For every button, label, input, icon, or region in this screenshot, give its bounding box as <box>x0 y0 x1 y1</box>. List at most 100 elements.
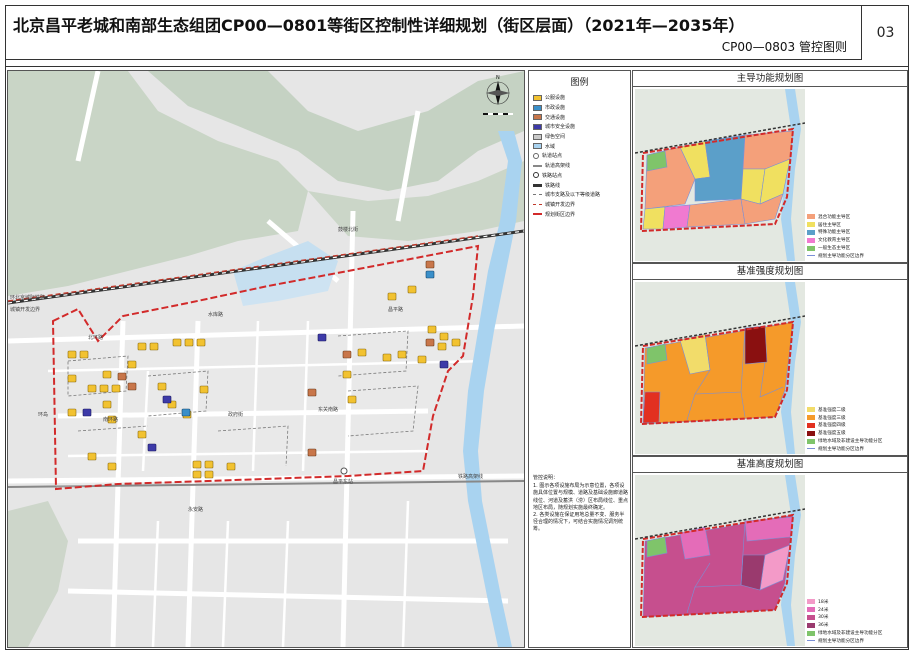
legend-swatch <box>807 245 815 251</box>
legend-item: 轨道站点 <box>533 151 629 161</box>
legend-item: 交通设施 <box>533 112 629 122</box>
station-label: 昌平东站 <box>333 478 353 485</box>
legend-line <box>807 640 815 642</box>
rail-label: 环北京城际铁路 <box>10 294 45 301</box>
main-map[interactable]: N 北环路 政府街 昌平路 水库路 鼓楼北街 东关南路 环岛 南环路 永安路 环… <box>7 70 525 648</box>
panel-legend-item: 特殊功能主导区 <box>807 229 907 237</box>
panel-legend-item: 24米 <box>807 606 907 614</box>
legend-swatch <box>807 599 815 605</box>
divider <box>5 66 909 67</box>
panel-legend-item: 文化教育主导区 <box>807 236 907 244</box>
legend-label: 轨道站点 <box>542 153 563 160</box>
rail-station-icon <box>533 152 539 159</box>
legend-swatch <box>807 214 815 220</box>
legend-item: 铁路站点 <box>533 171 629 181</box>
function-map-canvas <box>635 89 805 261</box>
page-title: 北京昌平老城和南部生态组团CP00—0801等街区控制性详细规划（街区层面）（2… <box>13 16 745 35</box>
panel-legend-item: 居住主导区 <box>807 221 907 229</box>
legend-line <box>807 448 815 450</box>
legend-item: 铁路线 <box>533 180 629 190</box>
legend-swatch <box>807 237 815 243</box>
legend-line <box>807 255 815 257</box>
legend-label: 公服设施 <box>545 95 566 102</box>
panel-legend-item: 基准强度四级 <box>807 422 907 430</box>
legend-label: 绿色空间 <box>545 134 566 141</box>
panel-legend-item: 基准强度五级 <box>807 429 907 437</box>
legend-label: 城市安全设施 <box>545 124 576 131</box>
elevated-rail-line-icon <box>533 164 542 167</box>
road-label: 北环路 <box>88 334 103 341</box>
municipal-facility-swatch <box>533 104 542 111</box>
panel-intensity-map[interactable]: 基准强度规划图 基准强度二级 基准强度三级 基准强度四级 基准强度五级 绿地水域… <box>632 263 908 456</box>
water-swatch <box>533 143 542 150</box>
panel-legend-item: 规划主导功能分区边界 <box>807 252 907 260</box>
panel-legend-item: 一般生态主导区 <box>807 244 907 252</box>
legend-label: 城镇开发边界 <box>545 201 576 208</box>
safety-facility-swatch <box>533 123 542 130</box>
minor-road-line-icon <box>533 194 542 196</box>
main-map-canvas: N 北环路 政府街 昌平路 水库路 鼓楼北街 东关南路 环岛 南环路 永安路 环… <box>8 71 524 647</box>
panel-legend: 基准强度二级 基准强度三级 基准强度四级 基准强度五级 绿地水域及非建设主导功能… <box>807 406 907 453</box>
panel-legend-item: 18米 <box>807 598 907 606</box>
legend-label: 水域 <box>545 143 556 150</box>
page-subtitle: CP00—0803 管控图则 <box>721 40 847 54</box>
panel-title: 基准强度规划图 <box>633 264 907 280</box>
road-label: 昌平路 <box>388 306 403 313</box>
panel-legend-item: 基准强度三级 <box>807 414 907 422</box>
notes-heading: 管控说明： <box>533 475 559 481</box>
legend-label: 铁路线 <box>545 182 561 189</box>
legend-swatch <box>807 222 815 228</box>
legend-panel: 图例 公服设施 市政设施 交通设施 城市安全设施 绿色空间 水域 轨道站点 轨道… <box>528 70 631 648</box>
road-label: 东关南路 <box>318 406 338 413</box>
district-boundary-line-icon <box>533 213 542 216</box>
legend-item: 绿色空间 <box>533 132 629 142</box>
dev-boundary-line-icon <box>533 203 542 205</box>
legend-swatch <box>807 407 815 413</box>
legend-swatch <box>807 622 815 628</box>
svg-text:N: N <box>496 75 500 81</box>
note-item: 1. 图示各项设施布局为示意位置，各项设施具体位置与规模、道路及基础设施廊道路线… <box>533 483 629 511</box>
panel-legend: 混合功能主导区 居住主导区 特殊功能主导区 文化教育主导区 一般生态主导区 规划… <box>807 213 907 260</box>
legend-swatch <box>807 415 815 421</box>
road-label: 永安路 <box>188 506 203 513</box>
boundary-label: 城镇开发边界 <box>10 306 40 313</box>
legend-swatch <box>807 422 815 428</box>
panel-legend: 18米 24米 30米 36米 绿地水域及非建设主导功能分区 规划主导功能分区边… <box>807 598 907 645</box>
height-map-canvas <box>635 475 805 646</box>
legend-item: 城市支路及以下等级道路 <box>533 190 629 200</box>
panel-title: 基准高度规划图 <box>633 457 907 473</box>
legend-label: 轨道高架线 <box>545 163 571 170</box>
legend-list: 公服设施 市政设施 交通设施 城市安全设施 绿色空间 水域 轨道站点 轨道高架线… <box>533 93 629 219</box>
railway-line-icon <box>533 183 542 187</box>
legend-swatch <box>807 630 815 636</box>
panel-title: 主导功能规划图 <box>633 71 907 87</box>
legend-item: 市政设施 <box>533 103 629 113</box>
public-facility-swatch <box>533 94 542 101</box>
railway-station-icon <box>533 172 539 179</box>
legend-item: 规划街区边界 <box>533 209 629 219</box>
road-label: 政府街 <box>228 411 243 418</box>
panel-legend-item: 绿地水域及非建设主导功能分区 <box>807 629 907 637</box>
legend-title: 图例 <box>570 78 589 88</box>
panel-legend-item: 36米 <box>807 621 907 629</box>
panel-height-map[interactable]: 基准高度规划图 18米 24米 30米 36米 绿地水域及非建设主导功能分区 规… <box>632 456 908 648</box>
panel-function-map[interactable]: 主导功能规划图 混合功能主导区 居住主导区 特殊功能主导区 文化教育主导区 一般… <box>632 70 908 263</box>
panel-legend-item: 30米 <box>807 614 907 622</box>
scale-bar <box>483 113 513 115</box>
legend-swatch <box>807 614 815 620</box>
page-number: 03 <box>861 5 909 60</box>
legend-item: 城市安全设施 <box>533 122 629 132</box>
legend-item: 轨道高架线 <box>533 161 629 171</box>
legend-swatch <box>807 607 815 613</box>
legend-swatch <box>807 438 815 444</box>
panel-legend-item: 基准强度二级 <box>807 406 907 414</box>
legend-swatch <box>807 229 815 235</box>
control-notes: 管控说明： 1. 图示各项设施布局为示意位置，各项设施具体位置与规模、道路及基础… <box>533 475 629 534</box>
road-label: 鼓楼北街 <box>338 226 358 233</box>
panel-legend-item: 规划主导功能分区边界 <box>807 637 907 645</box>
panel-legend-item: 规划主导功能分区边界 <box>807 445 907 453</box>
green-space-swatch <box>533 133 542 140</box>
panel-legend-item: 混合功能主导区 <box>807 213 907 221</box>
transport-facility-swatch <box>533 114 542 121</box>
intensity-map-canvas <box>635 282 805 454</box>
